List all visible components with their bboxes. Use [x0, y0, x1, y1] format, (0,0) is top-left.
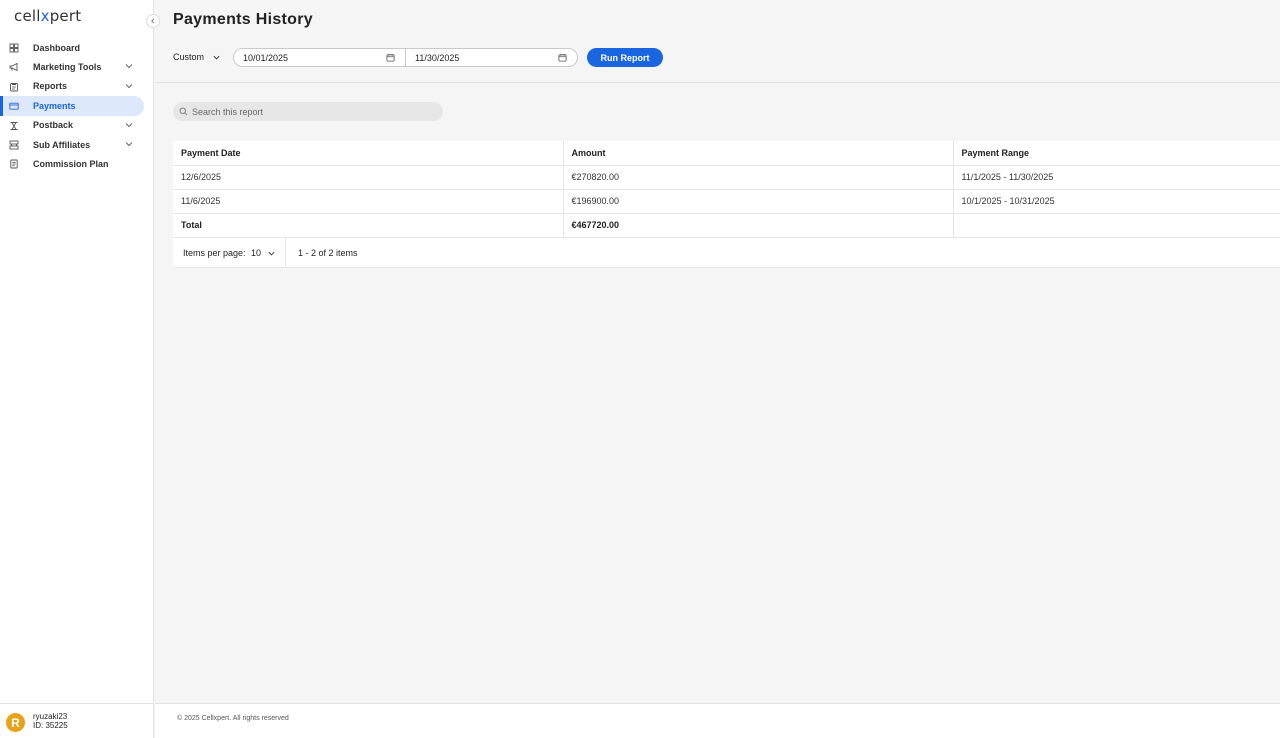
chevron-down-icon[interactable]: [124, 120, 134, 130]
sidebar-item-label: Reports: [33, 81, 68, 92]
page-title: Payments History: [173, 11, 313, 28]
affiliates-icon: [9, 140, 19, 150]
search-input[interactable]: Search this report: [173, 102, 443, 121]
run-report-button[interactable]: Run Report: [587, 48, 663, 67]
sidebar: cellxpert Dashboard Marketing Tools Repo…: [0, 0, 154, 738]
document-icon: [10, 159, 18, 169]
payment-date-cell: 11/6/2025: [173, 189, 563, 214]
column-header-payment-range[interactable]: Payment Range: [952, 141, 1280, 166]
sidebar-item-commission-plan[interactable]: Commission Plan: [0, 154, 154, 173]
search-icon: [179, 107, 188, 116]
sidebar-item-sub-affiliates[interactable]: Sub Affiliates: [0, 135, 154, 154]
sidebar-item-label: Payments: [33, 100, 76, 111]
divider: [155, 82, 1280, 83]
table-row: 12/6/2025 €270820.00 11/1/2025 - 11/30/2…: [173, 165, 1280, 190]
sidebar-item-reports[interactable]: Reports: [0, 77, 154, 96]
total-amount: €467720.00: [562, 213, 953, 238]
from-date-input[interactable]: 10/01/2025: [233, 48, 406, 67]
user-name: ryuzaki23: [33, 712, 68, 721]
chevron-down-icon[interactable]: [267, 249, 276, 258]
column-header-amount[interactable]: Amount: [562, 141, 953, 166]
chevron-down-icon[interactable]: [124, 81, 134, 91]
dashboard-icon: [9, 43, 19, 53]
date-range-value: Custom: [173, 52, 205, 62]
search-placeholder: Search this report: [192, 106, 264, 117]
sidebar-item-label: Marketing Tools: [33, 62, 102, 73]
sidebar-item-payments[interactable]: Payments: [0, 96, 144, 116]
calendar-icon[interactable]: [386, 53, 395, 62]
app-logo[interactable]: cellxpert: [14, 7, 81, 25]
from-date-value: 10/01/2025: [243, 52, 289, 63]
calendar-icon[interactable]: [558, 53, 567, 62]
user-id: ID: 35225: [33, 721, 68, 730]
avatar[interactable]: R: [6, 713, 25, 732]
to-date-input[interactable]: 11/30/2025: [405, 48, 578, 67]
main-content: Payments History Custom 10/01/2025 11/30…: [155, 0, 1280, 738]
chevron-down-icon[interactable]: [124, 139, 134, 149]
total-range: [952, 213, 1280, 238]
chevron-down-icon[interactable]: [124, 61, 134, 71]
sidebar-nav: Dashboard Marketing Tools Reports Paymen…: [0, 38, 154, 174]
total-label: Total: [173, 213, 563, 238]
column-header-payment-date[interactable]: Payment Date: [173, 141, 563, 166]
sidebar-item-label: Dashboard: [33, 42, 81, 53]
table-row: 11/6/2025 €196900.00 10/1/2025 - 10/31/2…: [173, 189, 1280, 214]
items-per-page-select[interactable]: 10: [251, 248, 261, 258]
amount-cell: €270820.00: [562, 165, 953, 190]
user-profile[interactable]: R ryuzaki23 ID: 35225: [0, 703, 154, 738]
divider: [285, 237, 286, 268]
pagination-count: 1 - 2 of 2 items: [298, 247, 358, 258]
sidebar-item-dashboard[interactable]: Dashboard: [0, 38, 154, 57]
table-header-row: Payment Date Amount Payment Range: [173, 141, 1280, 166]
total-row: Total €467720.00: [173, 213, 1280, 238]
payment-range-cell: 10/1/2025 - 10/31/2025: [952, 189, 1280, 214]
to-date-value: 11/30/2025: [415, 52, 460, 63]
postback-icon: [10, 121, 18, 130]
chevron-left-icon: [151, 18, 155, 24]
sidebar-item-postback[interactable]: Postback: [0, 116, 154, 135]
report-icon: [10, 82, 18, 92]
footer: © 2025 Cellxpert. All rights reserved: [155, 703, 1280, 738]
payment-range-cell: 11/1/2025 - 11/30/2025: [952, 165, 1280, 190]
pagination-bar: Items per page: 10 1 - 2 of 2 items: [173, 237, 1280, 268]
payments-table: Payment Date Amount Payment Range 12/6/2…: [173, 141, 1280, 268]
copyright-text: © 2025 Cellxpert. All rights reserved: [177, 715, 289, 722]
megaphone-icon: [9, 63, 18, 72]
sidebar-item-label: Commission Plan: [33, 159, 109, 170]
sidebar-item-label: Sub Affiliates: [33, 139, 91, 150]
wallet-icon: [9, 102, 19, 110]
items-per-page-label: Items per page:: [183, 247, 246, 258]
payment-date-cell: 12/6/2025: [173, 165, 563, 190]
date-range-select[interactable]: Custom: [173, 52, 221, 62]
collapse-sidebar-button[interactable]: [146, 14, 160, 28]
amount-cell: €196900.00: [562, 189, 953, 214]
chevron-down-icon: [213, 55, 220, 60]
sidebar-item-marketing-tools[interactable]: Marketing Tools: [0, 57, 154, 76]
sidebar-item-label: Postback: [33, 120, 74, 131]
